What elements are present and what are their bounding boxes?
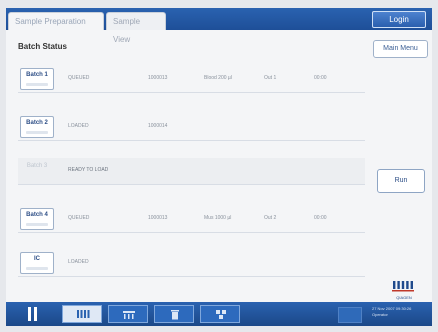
tool-batch-view[interactable] <box>62 305 102 323</box>
batch-id: 1000013 <box>148 75 168 81</box>
tool-waste[interactable] <box>154 305 194 323</box>
page-title: Batch Status <box>18 42 67 51</box>
batch-status: LOADED <box>68 259 89 265</box>
main-menu-button[interactable]: Main Menu <box>373 40 428 58</box>
batch-indicator <box>26 83 48 86</box>
logo-tubes-icon <box>392 281 414 292</box>
tips-icon <box>216 310 226 319</box>
batch-id: 1000013 <box>148 215 168 221</box>
batch-indicator <box>26 131 48 134</box>
batch-indicator <box>26 267 48 270</box>
status-text: 27 Nov 2007 09:30:26 Operator <box>372 306 422 318</box>
batch-status: READY TO LOAD <box>68 167 109 173</box>
batch-4-button[interactable]: Batch 4 <box>20 208 54 230</box>
batch-indicator <box>26 223 48 226</box>
batch-label: Batch 3 <box>26 163 48 169</box>
batch-volume: Blood 200 µl <box>204 75 232 81</box>
batch-1-button[interactable]: Batch 1 <box>20 68 54 90</box>
batch-id: 1000014 <box>148 123 168 129</box>
batch-label: IC <box>34 256 40 262</box>
top-bar: Sample Preparation Sample View Login <box>6 8 432 44</box>
batch-row-3: Batch 3 READY TO LOAD <box>18 158 365 185</box>
lock-indicator <box>338 307 362 323</box>
trash-icon <box>171 310 179 320</box>
batch-label: Batch 1 <box>26 72 48 78</box>
qiagen-logo: QIAGEN <box>392 280 416 300</box>
batch-volume: Mus 1000 µl <box>204 215 232 221</box>
batch-label: Batch 2 <box>26 120 48 126</box>
tab-sample-view[interactable]: Sample View <box>106 12 166 44</box>
app-screen: Sample Preparation Sample View Login Bat… <box>6 8 432 326</box>
rack-icon <box>123 311 135 319</box>
batch-status: QUEUED <box>68 215 90 221</box>
batch-time: 00:00 <box>314 75 327 81</box>
batch-row-ic: IC LOADED <box>18 250 365 277</box>
batch-row-2: Batch 2 LOADED 1000014 <box>18 114 365 141</box>
batch-row-4: Batch 4 QUEUED 1000013 Mus 1000 µl Out 2… <box>18 206 365 233</box>
batch-output: Out 1 <box>264 75 277 81</box>
run-button[interactable]: Run <box>377 169 425 193</box>
batch-output: Out 2 <box>264 215 277 221</box>
login-button[interactable]: Login <box>372 11 426 28</box>
tool-tips[interactable] <box>200 305 240 323</box>
batch-label: Batch 4 <box>26 212 48 218</box>
ic-button[interactable]: IC <box>20 252 54 274</box>
tab-sample-preparation[interactable]: Sample Preparation <box>8 12 104 30</box>
batch-time: 00:00 <box>314 215 327 221</box>
batch-3-button[interactable]: Batch 3 <box>20 160 54 182</box>
pause-icon[interactable] <box>26 307 39 321</box>
status-operator: Operator <box>372 312 388 317</box>
tube-rack-icon <box>77 310 90 318</box>
batch-2-button[interactable]: Batch 2 <box>20 116 54 138</box>
batch-status: LOADED <box>68 123 89 129</box>
tool-rack[interactable] <box>108 305 148 323</box>
logo-text: QIAGEN <box>396 295 412 300</box>
batch-row-1: Batch 1 QUEUED 1000013 Blood 200 µl Out … <box>18 66 365 93</box>
batch-status: QUEUED <box>68 75 90 81</box>
bottom-toolbar: 27 Nov 2007 09:30:26 Operator <box>6 302 432 326</box>
